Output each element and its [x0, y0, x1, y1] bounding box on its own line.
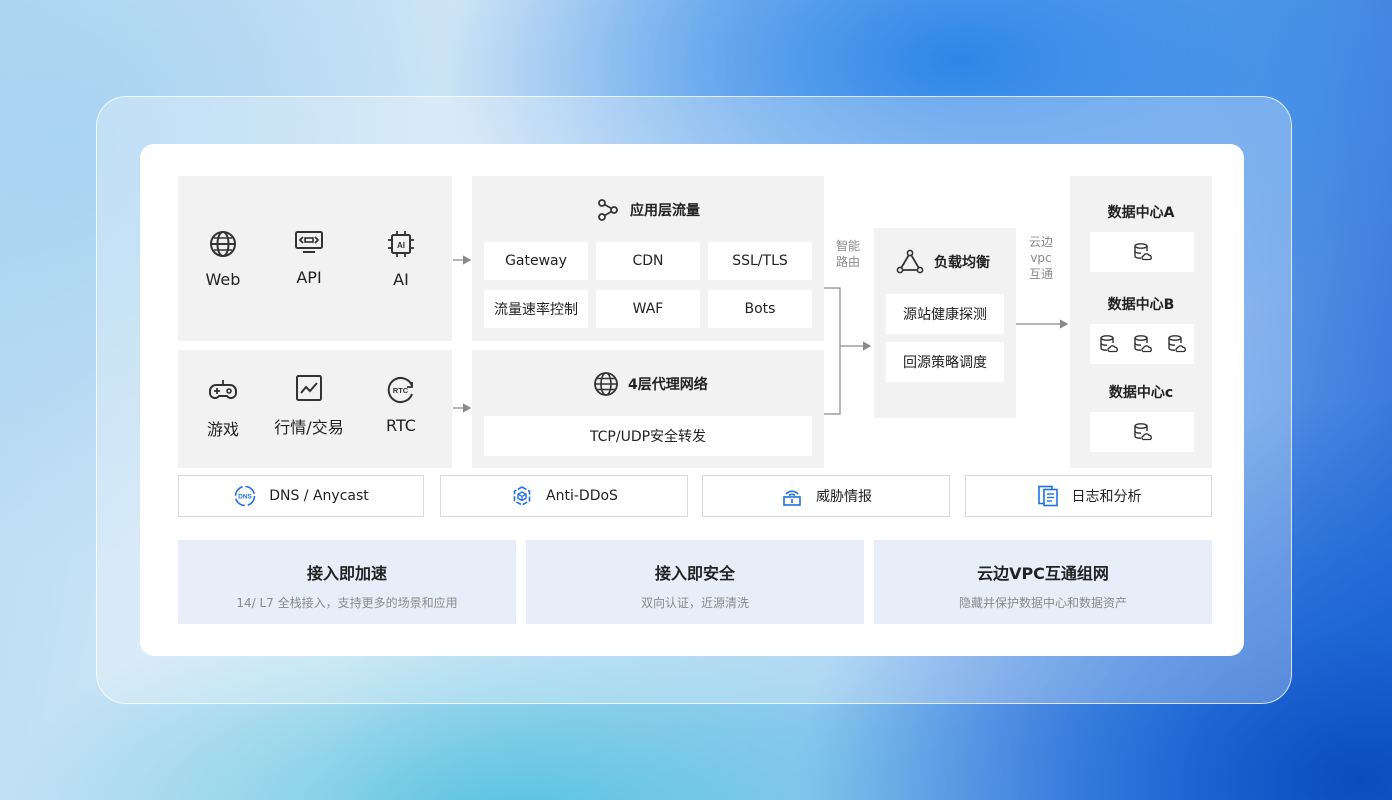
source-game: 游戏 — [183, 374, 263, 440]
benefit-acceleration: 接入即加速 14/ L7 全栈接入，支持更多的场景和应用 — [178, 540, 516, 624]
source-panel-bottom: 游戏 行情/交易 RTC RTC — [178, 350, 452, 468]
lb-item-origin-strategy: 回源策略调度 — [886, 342, 1004, 382]
lb-title-text: 负载均衡 — [934, 255, 990, 271]
source-market: 行情/交易 — [269, 372, 349, 438]
load-balancer-panel: 负载均衡 源站健康探测 回源策略调度 — [874, 228, 1016, 418]
source-ai: AI AI — [361, 228, 441, 289]
source-web: Web — [183, 228, 263, 289]
service-label: 日志和分析 — [1071, 489, 1142, 505]
l4-layer-title-text: 4层代理网络 — [628, 377, 708, 393]
database-cloud-icon — [1100, 335, 1118, 353]
service-logs-analytics: 日志和分析 — [965, 475, 1212, 517]
smart-routing-label: 智能 路由 — [834, 238, 862, 270]
vpc-label-line1: 云边 — [1028, 235, 1053, 249]
source-panel-top: Web API AI AI — [178, 176, 452, 341]
svg-text:AI: AI — [397, 241, 405, 250]
datacenter-c-box — [1090, 412, 1194, 452]
flow-icon — [598, 199, 618, 221]
source-label: 行情/交易 — [274, 418, 344, 437]
benefit-title: 接入即加速 — [306, 564, 387, 583]
source-label: 游戏 — [206, 420, 239, 439]
source-label: RTC — [386, 416, 416, 435]
benefit-subtitle: 双向认证，近源清洗 — [640, 596, 749, 610]
app-item-cdn: CDN — [596, 242, 700, 280]
app-item-ssl: SSL/TLS — [708, 242, 812, 280]
datacenter-b-title: 数据中心B — [1107, 297, 1175, 313]
database-cloud-icon — [1168, 335, 1186, 353]
globe-icon — [210, 231, 236, 257]
chart-icon — [296, 375, 322, 401]
lb-item-health-check: 源站健康探测 — [886, 294, 1004, 334]
vpc-label-line2: vpc — [1030, 251, 1052, 265]
database-cloud-icon — [1134, 335, 1152, 353]
app-item-bots: Bots — [708, 290, 812, 328]
dns-icon: DNS — [234, 485, 256, 507]
app-item-gateway: Gateway — [484, 242, 588, 280]
smart-routing-line1: 智能 — [835, 239, 860, 253]
l4-layer-panel: 4层代理网络 TCP/UDP安全转发 — [472, 350, 824, 468]
triangle-nodes-icon — [896, 249, 924, 274]
document-icon — [1037, 485, 1058, 507]
vpc-label: 云边 vpc 互通 — [1026, 234, 1056, 282]
cube-shield-icon — [513, 486, 531, 506]
chip-icon: AI — [388, 231, 414, 257]
database-cloud-icon — [1134, 423, 1152, 441]
api-icon — [295, 231, 323, 253]
app-item-rate-limit: 流量速率控制 — [484, 290, 588, 328]
vpc-label-line3: 互通 — [1028, 267, 1053, 281]
rtc-icon: RTC — [387, 377, 413, 403]
benefit-subtitle: 14/ L7 全栈接入，支持更多的场景和应用 — [236, 596, 458, 610]
source-label: API — [296, 268, 322, 287]
source-rtc: RTC RTC — [361, 374, 441, 435]
benefit-security: 接入即安全 双向认证，近源清洗 — [526, 540, 864, 624]
svg-text:RTC: RTC — [393, 386, 409, 395]
source-label: Web — [205, 270, 241, 289]
source-api: API — [269, 226, 349, 287]
service-anti-ddos: Anti-DDoS — [440, 475, 688, 517]
service-label: Anti-DDoS — [546, 488, 618, 504]
lb-title: 负载均衡 — [896, 248, 990, 276]
service-label: 威胁情报 — [816, 489, 872, 505]
datacenter-a-box — [1090, 232, 1194, 272]
app-layer-panel: 应用层流量 Gateway CDN SSL/TLS 流量速率控制 WAF Bot… — [472, 176, 824, 341]
app-layer-title-text: 应用层流量 — [630, 203, 700, 219]
benefit-title: 云边VPC互通组网 — [977, 564, 1109, 583]
database-cloud-icon — [1134, 243, 1152, 261]
benefit-vpc-network: 云边VPC互通组网 隐藏并保护数据中心和数据资产 — [874, 540, 1212, 624]
app-layer-title: 应用层流量 — [594, 196, 700, 224]
architecture-card: Web API AI AI 游戏 行情/交易 RTC RTC 应用层流量 Gat… — [140, 144, 1244, 656]
smart-routing-line2: 路由 — [835, 255, 860, 269]
svg-text:DNS: DNS — [238, 494, 252, 501]
benefit-title: 接入即安全 — [654, 564, 735, 583]
l4-layer-title: 4层代理网络 — [592, 370, 708, 398]
service-threat-intel: 威胁情报 — [702, 475, 950, 517]
datacenter-b-box — [1090, 324, 1194, 364]
datacenter-a-title: 数据中心A — [1107, 205, 1175, 221]
gamepad-icon — [209, 380, 237, 399]
datacenter-c-title: 数据中心c — [1108, 385, 1174, 401]
bracket-merge — [824, 287, 841, 415]
signal-icon — [783, 490, 801, 506]
service-label: DNS / Anycast — [269, 488, 369, 504]
benefit-subtitle: 隐藏并保护数据中心和数据资产 — [958, 596, 1127, 610]
source-label: AI — [393, 270, 409, 289]
service-dns-anycast: DNS DNS / Anycast — [178, 475, 424, 517]
globe-icon — [594, 372, 618, 396]
l4-item-tcp-udp: TCP/UDP安全转发 — [484, 416, 812, 456]
app-item-waf: WAF — [596, 290, 700, 328]
